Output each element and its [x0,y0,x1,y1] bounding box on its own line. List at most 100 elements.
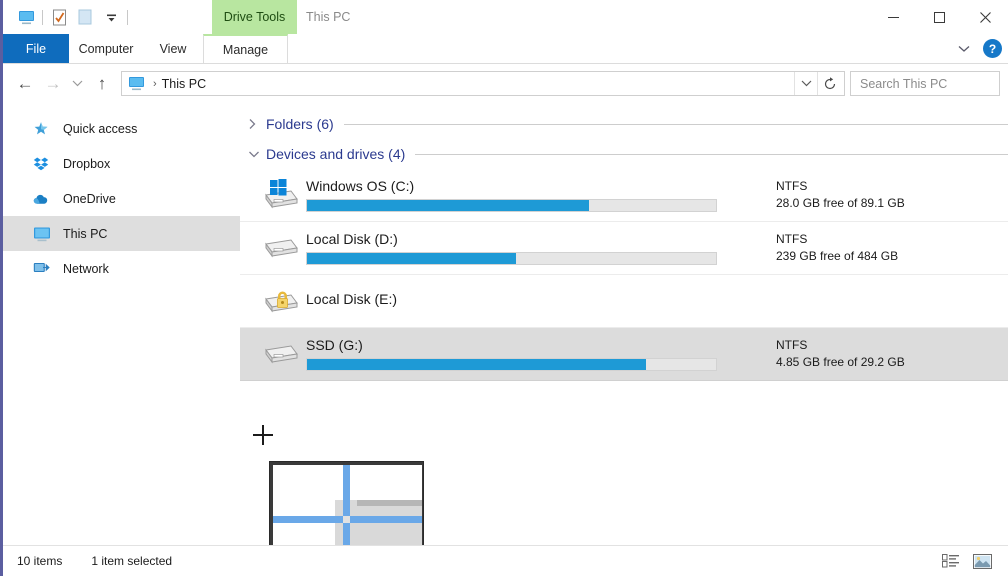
address-dropdown-icon[interactable] [794,72,817,95]
group-header-folders[interactable]: Folders (6) [240,109,1008,139]
capacity-bar-track [306,252,717,265]
address-bar: ← → ↑ › This PC [3,64,1008,103]
window-controls [870,0,1008,34]
status-bar: 10 items 1 item selected [3,545,1008,576]
explorer-body: Quick access Dropbox [3,103,1008,522]
up-arrow-icon[interactable]: ↑ [88,70,116,98]
dropbox-icon [33,155,55,173]
toolbar-divider [42,10,43,25]
drive-main-c: Windows OS (C:) [306,178,766,212]
locked-drive-icon [258,281,304,321]
content-pane: Folders (6) Devices and drives (4) [240,103,1008,522]
tab-computer[interactable]: Computer [69,34,143,63]
quick-access-toolbar [3,0,131,34]
drive-row-local-disk-d[interactable]: Local Disk (D:) NTFS 239 GB free of 484 … [240,222,1008,275]
customize-dropdown-icon[interactable] [98,4,124,30]
breadcrumb-separator[interactable]: › [148,78,162,90]
forward-arrow-icon[interactable]: → [39,70,67,98]
breadcrumb[interactable]: This PC [162,77,206,91]
drive-row-ssd-g[interactable]: SSD (G:) NTFS 4.85 GB free of 29.2 GB [240,328,1008,381]
tab-view[interactable]: View [143,34,203,63]
capacity-bar-fill [307,359,646,370]
toolbar-divider-2 [127,10,128,25]
selection-status: 1 item selected [91,554,172,568]
properties-checkmark-icon[interactable] [46,4,72,30]
ribbon-tabs: File Computer View Manage [3,34,1008,63]
sidebar-item-label: OneDrive [63,192,116,206]
group-label: Folders (6) [266,116,334,132]
capacity-bar-track [306,358,717,371]
drive-name: Local Disk (D:) [306,231,766,247]
chevron-down-icon[interactable] [953,38,975,60]
search-box[interactable] [850,71,1000,96]
this-pc-icon[interactable] [124,73,148,95]
search-input[interactable] [860,77,1008,91]
sidebar-item-dropbox[interactable]: Dropbox [3,146,240,181]
close-icon[interactable] [962,0,1008,34]
sidebar-item-this-pc[interactable]: This PC [3,216,240,251]
back-arrow-icon[interactable]: ← [11,70,39,98]
windows-drive-icon [258,175,304,215]
address-right-controls [794,72,842,95]
maximize-icon[interactable] [916,0,962,34]
ribbon-tab-bar: File Computer View Manage ? [3,34,1008,64]
drive-space-text: 28.0 GB free of 89.1 GB [776,195,905,212]
address-path-field[interactable]: › This PC [121,71,845,96]
sidebar-item-label: Dropbox [63,157,110,171]
tab-file[interactable]: File [3,34,69,63]
tab-manage[interactable]: Manage [203,34,288,63]
hard-drive-icon [258,334,304,374]
this-pc-icon [33,225,55,243]
network-icon [33,260,55,278]
group-divider [344,124,1008,125]
recent-locations-chevron-icon[interactable] [67,70,88,98]
drive-space-text: 4.85 GB free of 29.2 GB [776,354,905,371]
this-pc-icon[interactable] [13,4,39,30]
large-icons-view-icon[interactable] [970,550,994,572]
drive-filesystem: NTFS [776,231,898,248]
magnifier-center-pixel [343,516,350,523]
capacity-bar-fill [307,253,516,264]
drive-space-text: 239 GB free of 484 GB [776,248,898,265]
hard-drive-icon [258,228,304,268]
minimize-icon[interactable] [870,0,916,34]
file-explorer-window: Drive Tools This PC File Computer [0,0,1008,576]
refresh-icon[interactable] [817,72,842,95]
drive-tools-label: Drive Tools [224,10,286,24]
drive-main-g: SSD (G:) [306,337,766,371]
drive-row-local-disk-e[interactable]: Local Disk (E:) [240,275,1008,328]
title-bar: Drive Tools This PC [3,0,1008,34]
capacity-bar-track [306,199,717,212]
sidebar-item-onedrive[interactable]: OneDrive [3,181,240,216]
ribbon-right-controls: ? [953,34,1002,63]
capacity-bar-fill [307,200,589,211]
drive-row-windows-os-c[interactable]: Windows OS (C:) NTFS 28.0 GB free of 89.… [240,169,1008,222]
drive-name: SSD (G:) [306,337,766,353]
drive-filesystem: NTFS [776,337,905,354]
help-button[interactable]: ? [983,39,1002,58]
group-label: Devices and drives (4) [266,146,405,162]
group-header-devices-and-drives[interactable]: Devices and drives (4) [240,139,1008,169]
onedrive-cloud-icon [33,190,55,208]
navigation-pane: Quick access Dropbox [3,103,240,522]
details-view-icon[interactable] [938,550,962,572]
drive-filesystem: NTFS [776,178,905,195]
magnified-dark-strip [357,500,422,506]
pin-star-icon [33,120,55,138]
drive-meta-c: NTFS 28.0 GB free of 89.1 GB [776,178,905,212]
drive-meta-g: NTFS 4.85 GB free of 29.2 GB [776,337,905,371]
item-count: 10 items [17,554,62,568]
view-mode-buttons [938,550,994,572]
sidebar-item-network[interactable]: Network [3,251,240,286]
chevron-down-icon[interactable] [248,150,266,159]
window-title: This PC [306,0,350,34]
sidebar-item-label: This PC [63,227,107,241]
paste-folder-icon[interactable] [72,4,98,30]
sidebar-item-quick-access[interactable]: Quick access [3,111,240,146]
drive-main-d: Local Disk (D:) [306,231,766,265]
chevron-right-icon[interactable] [248,118,266,130]
drive-name: Windows OS (C:) [306,178,766,194]
sidebar-item-label: Network [63,262,109,276]
group-divider [415,154,1008,155]
drive-main-e: Local Disk (E:) [306,291,766,312]
